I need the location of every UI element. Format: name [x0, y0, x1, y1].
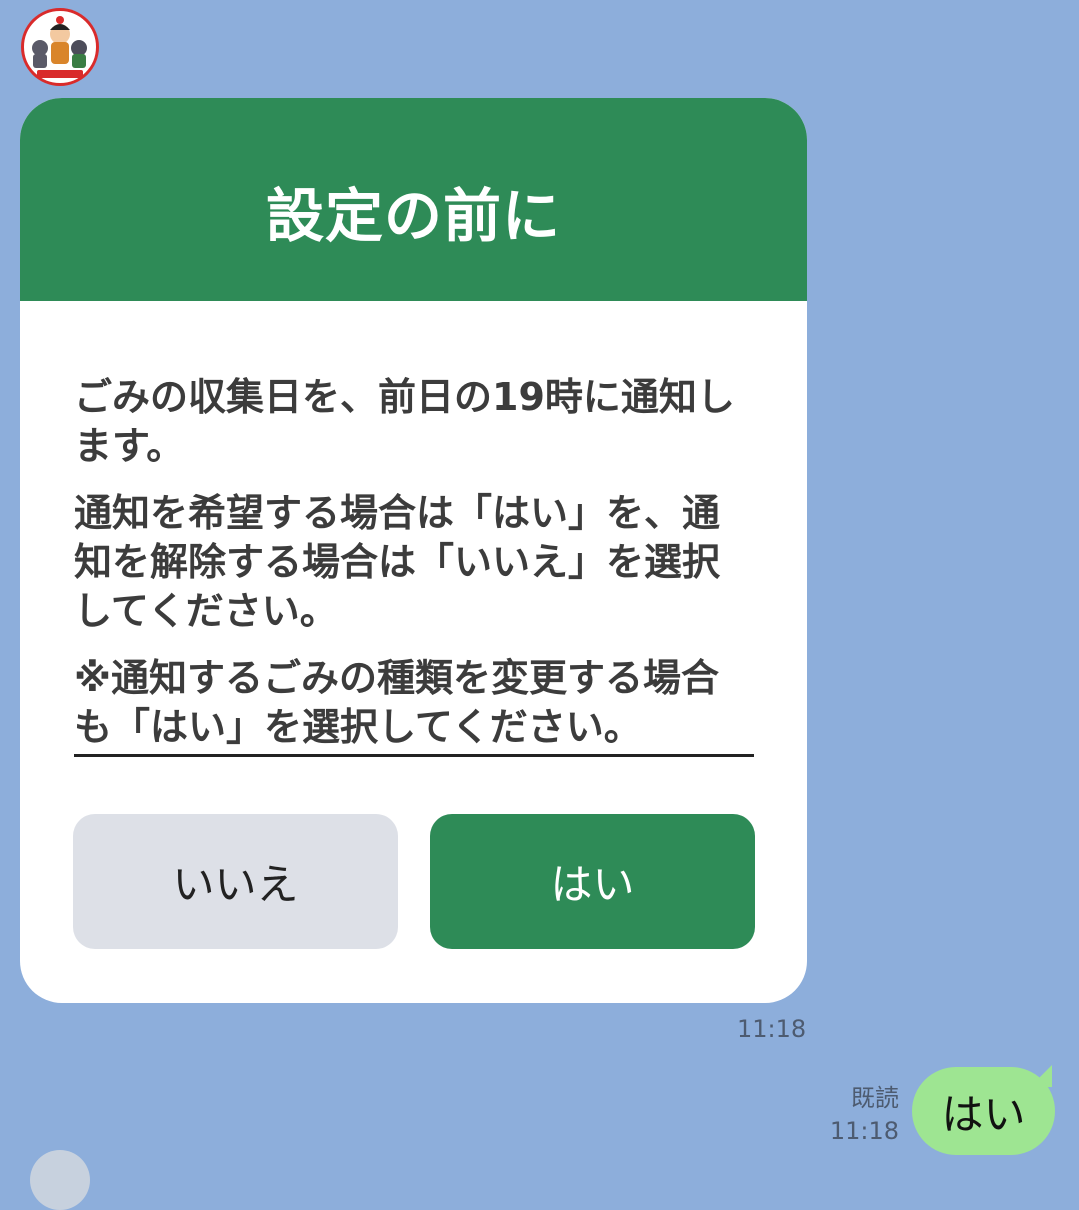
- read-receipt: 既読 11:18: [830, 1082, 899, 1148]
- no-button[interactable]: いいえ: [73, 814, 398, 949]
- card-note-text: ※通知するごみの種類を変更する場合も「はい」を選択してください。: [74, 656, 719, 749]
- bot-avatar[interactable]: [21, 8, 99, 86]
- card-body: ごみの収集日を、前日の19時に通知します。 通知を希望する場合は「はい」を、通知…: [20, 301, 807, 757]
- partial-avatar: [30, 1150, 90, 1210]
- read-label: 既読: [851, 1084, 899, 1112]
- yes-button[interactable]: はい: [430, 814, 755, 949]
- card-header: 設定の前に: [20, 98, 807, 301]
- outgoing-timestamp: 11:18: [829, 1117, 899, 1145]
- card-button-row: いいえ はい: [73, 814, 755, 949]
- outgoing-message-text: はい: [912, 1067, 1055, 1155]
- card-title: 設定の前に: [265, 181, 561, 250]
- card-paragraph-instructions: 通知を希望する場合は「はい」を、通知を解除する場合は「いいえ」を選択してください…: [74, 491, 721, 633]
- outgoing-message-bubble[interactable]: はい: [912, 1065, 1057, 1155]
- incoming-timestamp: 11:18: [737, 1015, 807, 1043]
- card-note: ※通知するごみの種類を変更する場合も「はい」を選択してください。: [74, 654, 754, 757]
- card-paragraph-schedule: ごみの収集日を、前日の19時に通知します。: [74, 375, 735, 468]
- settings-card: 設定の前に ごみの収集日を、前日の19時に通知します。 通知を希望する場合は「は…: [20, 98, 807, 1003]
- bot-avatar-icon: [21, 8, 99, 86]
